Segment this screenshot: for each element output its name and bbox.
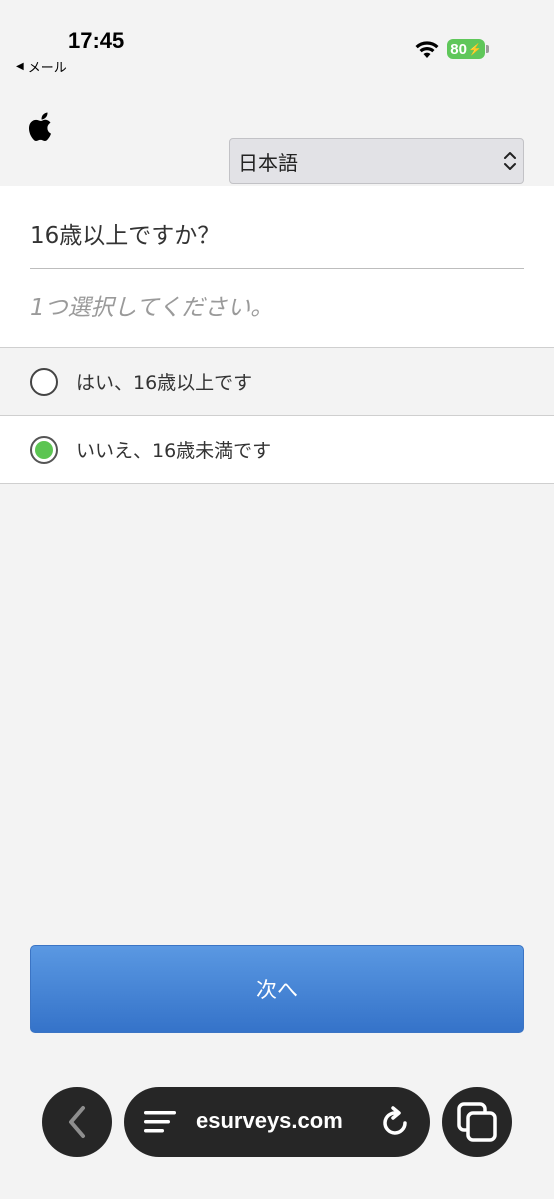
- next-button[interactable]: 次へ: [30, 945, 524, 1033]
- url-text: esurveys.com: [196, 1108, 343, 1133]
- radio-button-yes[interactable]: [30, 367, 58, 396]
- address-bar[interactable]: esurveys.com: [124, 1087, 430, 1157]
- battery-level: 80: [450, 40, 467, 58]
- back-app-label: メール: [27, 61, 67, 76]
- question-divider: [30, 268, 524, 269]
- page-menu-icon[interactable]: [144, 1109, 176, 1135]
- option-yes-label: はい、16歳以上です: [76, 372, 253, 394]
- tabs-button[interactable]: [442, 1087, 512, 1157]
- back-triangle-icon: ◀: [16, 61, 24, 72]
- question-card: 16歳以上ですか？ 1つ選択してください。: [0, 186, 554, 348]
- tabs-icon: [457, 1102, 497, 1142]
- back-to-app-link[interactable]: ◀ メール: [16, 57, 67, 76]
- chevron-up-down-icon: [504, 152, 516, 170]
- chevron-left-icon: [69, 1106, 85, 1138]
- apple-logo-icon: [29, 112, 51, 141]
- option-no[interactable]: いいえ、16歳未満です: [0, 416, 554, 484]
- reload-icon[interactable]: [379, 1106, 411, 1138]
- wifi-icon: [415, 41, 439, 58]
- battery-tip: [486, 45, 489, 53]
- status-time: 17:45: [68, 28, 125, 53]
- status-bar: 17:45 ◀ メール 80 ⚡: [0, 0, 554, 80]
- question-instruction: 1つ選択してください。: [30, 295, 274, 321]
- option-no-label: いいえ、16歳未満です: [76, 440, 272, 462]
- battery-indicator: 80 ⚡: [447, 39, 485, 59]
- question-title: 16歳以上ですか？: [30, 223, 221, 249]
- language-select-value: 日本語: [238, 150, 298, 175]
- language-select[interactable]: 日本語: [229, 138, 524, 184]
- charging-bolt-icon: ⚡: [467, 43, 482, 56]
- option-yes[interactable]: はい、16歳以上です: [0, 348, 554, 416]
- browser-back-button[interactable]: [42, 1087, 112, 1157]
- radio-button-no[interactable]: [30, 435, 58, 464]
